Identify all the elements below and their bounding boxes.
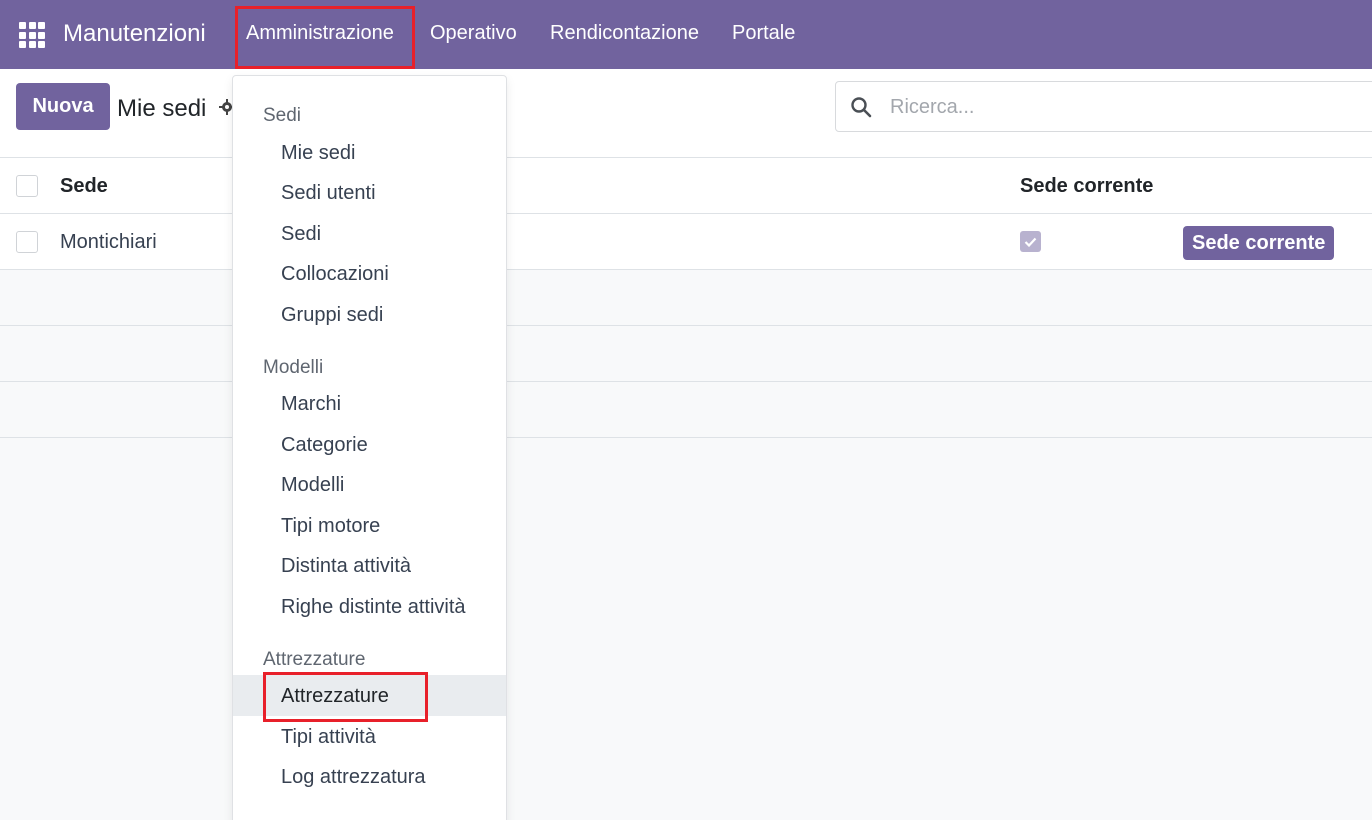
menu-item-marchi[interactable]: Marchi bbox=[281, 393, 341, 416]
select-all-checkbox[interactable] bbox=[16, 175, 38, 197]
table-header: Sede Sede corrente bbox=[0, 158, 1372, 214]
breadcrumb-title: Mie sedi bbox=[117, 95, 207, 122]
column-header-sede[interactable]: Sede bbox=[60, 175, 108, 198]
column-header-sede-corrente[interactable]: Sede corrente bbox=[1020, 175, 1153, 198]
menu-item-distinta-attivita[interactable]: Distinta attività bbox=[281, 555, 411, 578]
control-panel: Nuova Mie sedi bbox=[0, 69, 1372, 158]
search-icon bbox=[851, 97, 872, 118]
menu-item-sedi[interactable]: Sedi bbox=[281, 223, 321, 246]
cell-sede: Montichiari bbox=[60, 231, 157, 253]
empty-row bbox=[0, 326, 1372, 382]
new-button[interactable]: Nuova bbox=[16, 83, 110, 130]
menu-item-collocazioni[interactable]: Collocazioni bbox=[281, 263, 389, 286]
menu-item-log-attrezzatura[interactable]: Log attrezzatura bbox=[281, 766, 426, 789]
sede-corrente-checkbox bbox=[1020, 231, 1041, 252]
table-row[interactable]: Montichiari Sede corrente bbox=[0, 214, 1372, 270]
top-navbar: Manutenzioni Amministrazione Operativo R… bbox=[0, 0, 1372, 69]
menu-item-mie-sedi[interactable]: Mie sedi bbox=[281, 142, 355, 165]
menu-item-righe-distinte-attivita[interactable]: Righe distinte attività bbox=[281, 596, 466, 619]
search-box[interactable] bbox=[835, 81, 1372, 132]
row-checkbox[interactable] bbox=[16, 231, 38, 253]
menu-item-tipi-attivita[interactable]: Tipi attività bbox=[281, 726, 376, 749]
sede-corrente-badge[interactable]: Sede corrente bbox=[1183, 226, 1335, 260]
app-name[interactable]: Manutenzioni bbox=[63, 20, 206, 48]
menu-item-sedi-utenti[interactable]: Sedi utenti bbox=[281, 182, 376, 205]
nav-menu-portale[interactable]: Portale bbox=[732, 22, 795, 45]
menu-item-categorie[interactable]: Categorie bbox=[281, 434, 368, 457]
section-header-attrezzature: Attrezzature bbox=[263, 649, 366, 670]
menu-item-tipi-motore[interactable]: Tipi motore bbox=[281, 515, 380, 538]
apps-grid-icon[interactable] bbox=[19, 22, 45, 48]
highlight-box-amministrazione bbox=[235, 6, 415, 69]
empty-row bbox=[0, 270, 1372, 326]
nav-menu-rendicontazione[interactable]: Rendicontazione bbox=[550, 22, 699, 45]
menu-item-modelli[interactable]: Modelli bbox=[281, 474, 344, 497]
list-view: Sede Sede corrente Montichiari Sede corr… bbox=[0, 158, 1372, 438]
menu-item-gruppi-sedi[interactable]: Gruppi sedi bbox=[281, 304, 383, 327]
highlight-box-attrezzature bbox=[263, 672, 428, 722]
nav-menu-operativo[interactable]: Operativo bbox=[430, 22, 517, 45]
section-header-sedi: Sedi bbox=[263, 105, 302, 126]
check-icon bbox=[1024, 237, 1037, 247]
section-header-modelli: Modelli bbox=[263, 357, 324, 378]
search-input[interactable] bbox=[890, 92, 1290, 122]
empty-row bbox=[0, 382, 1372, 438]
